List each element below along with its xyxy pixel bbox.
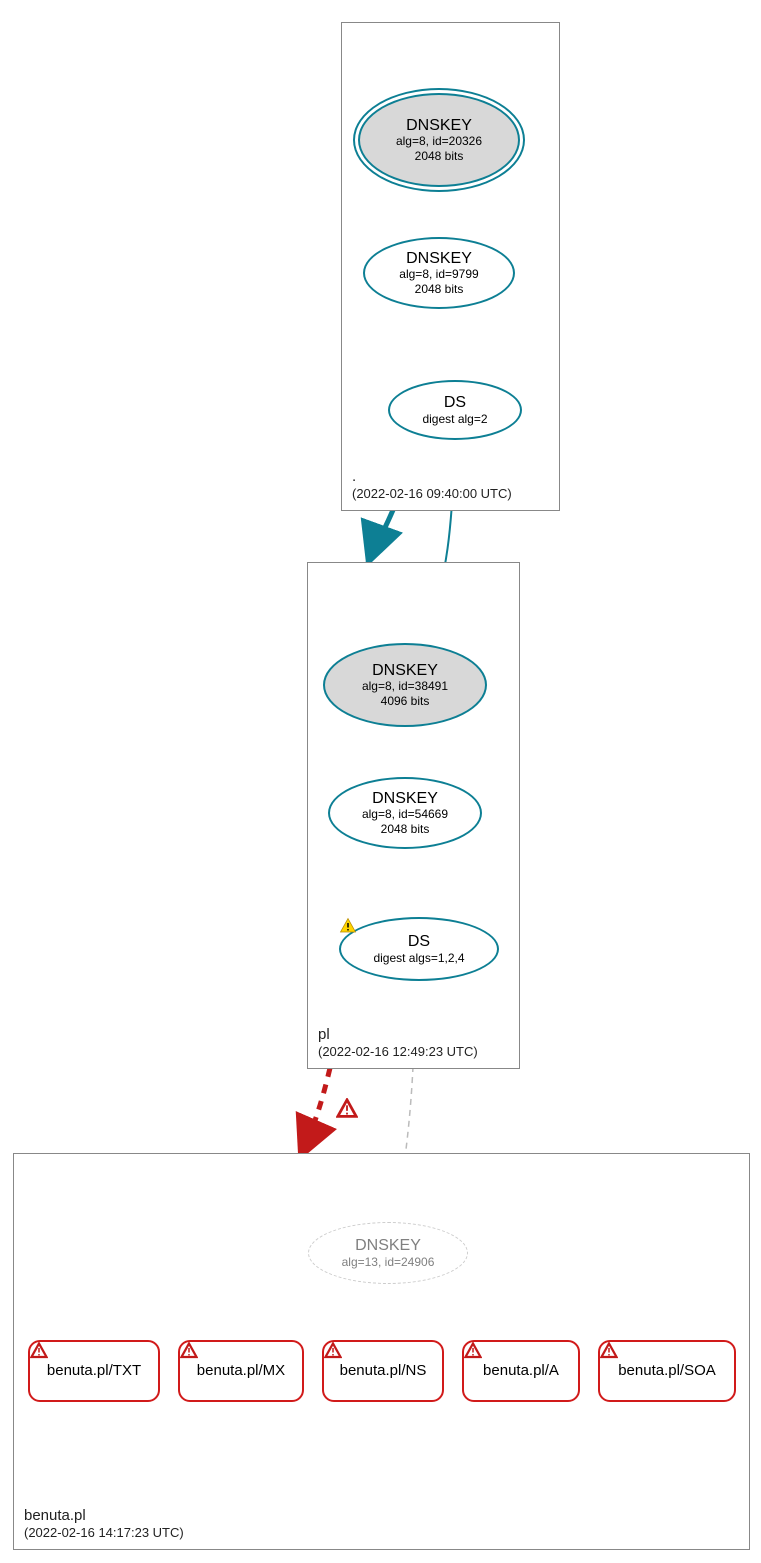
root-zsk-sub2: 2048 bits xyxy=(415,282,464,296)
zone-root-timestamp: (2022-02-16 09:40:00 UTC) xyxy=(352,486,512,501)
root-ksk-title: DNSKEY xyxy=(406,117,472,135)
zone-pl-name: pl xyxy=(318,1026,330,1043)
pl-ds-node: DS digest algs=1,2,4 xyxy=(339,917,499,981)
pl-zsk-sub2: 2048 bits xyxy=(381,822,430,836)
error-red-icon xyxy=(180,1342,198,1360)
pl-zsk-sub1: alg=8, id=54669 xyxy=(362,807,448,821)
root-ksk-node: DNSKEY alg=8, id=20326 2048 bits xyxy=(358,93,520,187)
pl-ksk-sub2: 4096 bits xyxy=(381,694,430,708)
pl-zsk-node: DNSKEY alg=8, id=54669 2048 bits xyxy=(328,777,482,849)
root-ksk-sub1: alg=8, id=20326 xyxy=(396,134,482,148)
root-zsk-sub1: alg=8, id=9799 xyxy=(399,267,478,281)
rr-ns-label: benuta.pl/NS xyxy=(340,1363,427,1380)
error-red-icon xyxy=(464,1342,482,1360)
root-ds-sub1: digest alg=2 xyxy=(422,412,487,426)
root-zsk-node: DNSKEY alg=8, id=9799 2048 bits xyxy=(363,237,515,309)
zone-benuta-name: benuta.pl xyxy=(24,1507,86,1524)
pl-ksk-node: DNSKEY alg=8, id=38491 4096 bits xyxy=(323,643,487,727)
rr-mx-label: benuta.pl/MX xyxy=(197,1363,285,1380)
error-red-icon xyxy=(600,1342,618,1360)
root-zsk-title: DNSKEY xyxy=(406,250,472,268)
rr-txt: benuta.pl/TXT xyxy=(28,1340,160,1402)
zone-pl-timestamp: (2022-02-16 12:49:23 UTC) xyxy=(318,1044,478,1059)
root-ds-title: DS xyxy=(444,394,466,412)
benuta-dnskey-node: DNSKEY alg=13, id=24906 xyxy=(308,1222,468,1284)
rr-ns: benuta.pl/NS xyxy=(322,1340,444,1402)
zone-benuta-timestamp: (2022-02-16 14:17:23 UTC) xyxy=(24,1525,184,1540)
error-red-icon xyxy=(324,1342,342,1360)
root-ksk-sub2: 2048 bits xyxy=(415,149,464,163)
zone-pl-label: pl (2022-02-16 12:49:23 UTC) xyxy=(318,1026,478,1060)
benuta-dnskey-sub1: alg=13, id=24906 xyxy=(342,1255,435,1269)
zone-root-label: . (2022-02-16 09:40:00 UTC) xyxy=(352,468,512,502)
pl-ksk-title: DNSKEY xyxy=(372,662,438,680)
rr-soa: benuta.pl/SOA xyxy=(598,1340,736,1402)
dnssec-graph: . (2022-02-16 09:40:00 UTC) DNSKEY alg=8… xyxy=(0,0,761,1563)
pl-zsk-title: DNSKEY xyxy=(372,790,438,808)
pl-ksk-sub1: alg=8, id=38491 xyxy=(362,679,448,693)
rr-txt-label: benuta.pl/TXT xyxy=(47,1363,141,1380)
rr-soa-label: benuta.pl/SOA xyxy=(618,1363,716,1380)
pl-ds-sub1: digest algs=1,2,4 xyxy=(373,951,464,965)
rr-mx: benuta.pl/MX xyxy=(178,1340,304,1402)
zone-benuta-label: benuta.pl (2022-02-16 14:17:23 UTC) xyxy=(24,1507,184,1541)
root-ds-node: DS digest alg=2 xyxy=(388,380,522,440)
zone-root-name: . xyxy=(352,468,356,485)
pl-ds-title: DS xyxy=(408,933,430,951)
warning-yellow-icon xyxy=(339,917,357,935)
benuta-dnskey-title: DNSKEY xyxy=(355,1237,421,1255)
rr-a-label: benuta.pl/A xyxy=(483,1363,559,1380)
error-red-icon xyxy=(336,1098,358,1120)
error-red-icon xyxy=(30,1342,48,1360)
rr-a: benuta.pl/A xyxy=(462,1340,580,1402)
